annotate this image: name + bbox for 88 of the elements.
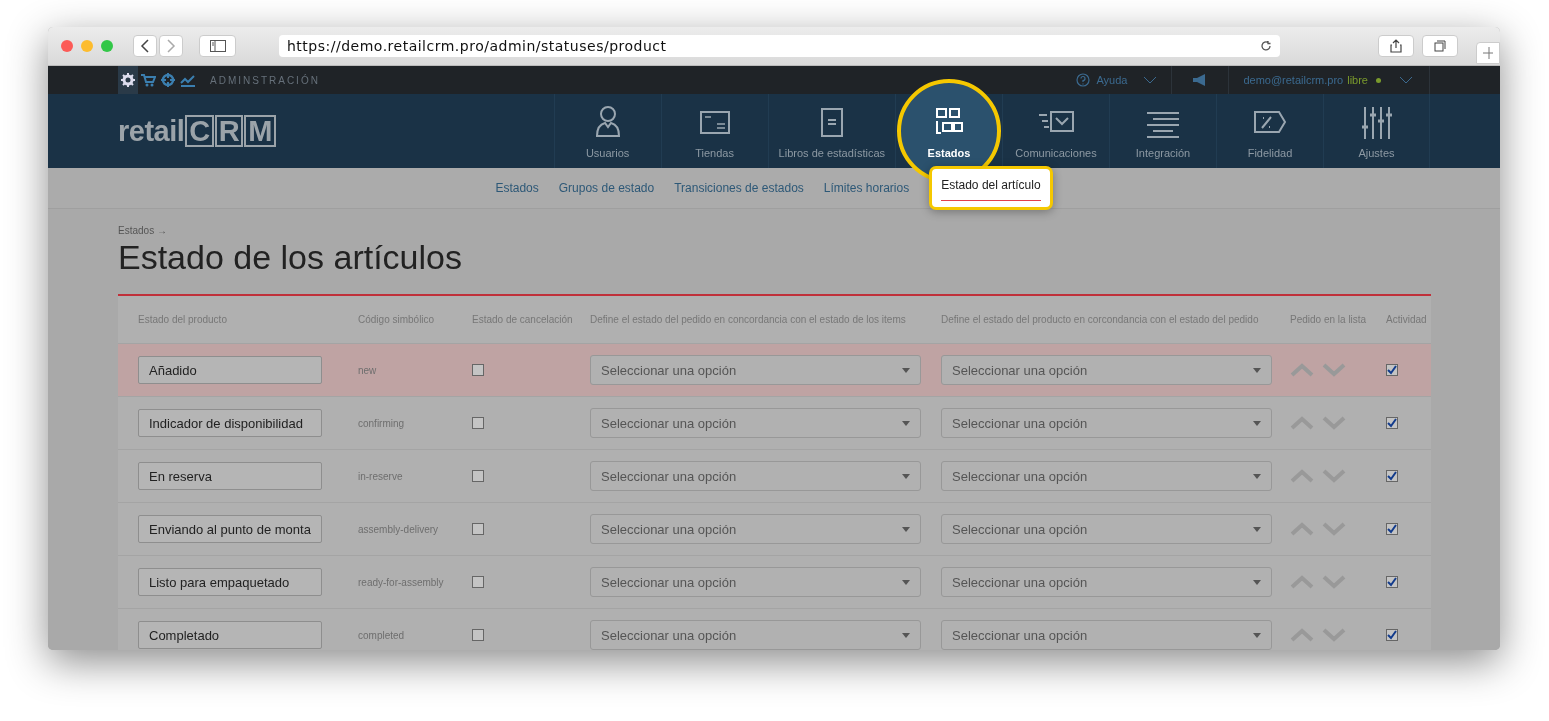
caret-icon <box>1253 473 1261 479</box>
cancel-checkbox[interactable] <box>472 417 484 429</box>
address-bar[interactable]: https://demo.retailcrm.pro/admin/statuses/product <box>279 35 1280 57</box>
page-title: Estado de los artículos <box>118 238 463 277</box>
zoom-dot[interactable] <box>101 40 113 52</box>
caret-icon <box>902 526 910 532</box>
tabs-icon <box>1434 40 1446 52</box>
close-dot[interactable] <box>61 40 73 52</box>
cancel-checkbox[interactable] <box>472 629 484 641</box>
cancel-checkbox[interactable] <box>472 364 484 376</box>
caret-icon <box>902 473 910 479</box>
target-icon[interactable] <box>160 72 176 88</box>
caret-icon <box>1253 632 1261 638</box>
status-dot <box>1376 77 1381 83</box>
check-icon <box>1387 418 1397 428</box>
code-text: confirming <box>358 417 406 429</box>
active-checkbox[interactable] <box>1386 364 1398 376</box>
caret-icon <box>1253 526 1261 532</box>
column-header: Actividad <box>1386 313 1428 326</box>
cancel-checkbox[interactable] <box>472 576 484 588</box>
order-status-select[interactable]: Seleccionar una opción <box>590 461 921 491</box>
name-field[interactable]: Listo para empaquetado <box>138 568 322 596</box>
cancel-checkbox[interactable] <box>472 470 484 482</box>
subnav-link[interactable]: Límites horarios <box>823 181 910 195</box>
code-text: in-reserve <box>358 470 404 482</box>
cart-icon[interactable] <box>140 74 156 87</box>
order-status-select[interactable]: Seleccionar una opción <box>590 514 921 544</box>
caret-icon <box>902 367 910 373</box>
chart-icon[interactable] <box>180 75 196 87</box>
cancel-checkbox[interactable] <box>472 523 484 535</box>
subnav-link[interactable]: Transiciones de estados <box>674 181 804 195</box>
check-icon <box>1387 577 1397 587</box>
check-icon <box>1387 471 1397 481</box>
tabs-button[interactable] <box>1422 35 1458 57</box>
name-field[interactable]: En reserva <box>138 462 322 490</box>
active-checkbox[interactable] <box>1386 576 1398 588</box>
caret-icon <box>1253 420 1261 426</box>
product-status-select[interactable]: Seleccionar una opción <box>941 355 1272 385</box>
name-field[interactable]: Añadido <box>138 356 322 384</box>
name-field[interactable]: Indicador de disponibilidad <box>138 409 322 437</box>
section-label: ADMINSTRACIÓN <box>210 74 320 86</box>
share-button[interactable] <box>1378 35 1414 57</box>
product-status-select[interactable]: Seleccionar una opción <box>941 408 1272 438</box>
caret-icon <box>902 420 910 426</box>
active-checkbox[interactable] <box>1386 629 1398 641</box>
order-status-select[interactable]: Seleccionar una opción <box>590 355 921 385</box>
check-icon <box>1387 630 1397 640</box>
code-text: ready-for-assembly <box>358 576 445 588</box>
order-status-select[interactable]: Seleccionar una opción <box>590 620 921 650</box>
sidebar-button[interactable] <box>199 35 236 57</box>
help-icon <box>1076 73 1091 87</box>
caret-icon <box>902 632 910 638</box>
code-text: completed <box>358 629 406 641</box>
reload-icon[interactable] <box>1260 40 1272 52</box>
subnav-link[interactable]: Grupos de estado <box>558 181 655 195</box>
check-icon <box>1387 524 1397 534</box>
share-icon <box>1390 39 1402 53</box>
chevron-icon <box>1399 76 1413 84</box>
code-text: assembly-delivery <box>358 523 440 535</box>
plus-icon <box>1483 47 1493 59</box>
product-status-select[interactable]: Seleccionar una opción <box>941 461 1272 491</box>
order-status-select[interactable]: Seleccionar una opción <box>590 408 921 438</box>
forward-icon <box>166 39 176 53</box>
product-status-select[interactable]: Seleccionar una opción <box>941 567 1272 597</box>
active-checkbox[interactable] <box>1386 523 1398 535</box>
new-tab-button[interactable] <box>1476 42 1500 64</box>
minimize-dot[interactable] <box>81 40 93 52</box>
logo[interactable]: retail C R M <box>118 94 276 168</box>
back-icon <box>140 39 150 53</box>
active-checkbox[interactable] <box>1386 417 1398 429</box>
check-icon <box>1387 365 1397 375</box>
breadcrumb[interactable]: Estados → <box>118 225 1431 236</box>
caret-icon <box>1253 367 1261 373</box>
product-status-select[interactable]: Seleccionar una opción <box>941 514 1272 544</box>
back-button[interactable] <box>133 35 157 57</box>
caret-icon <box>902 579 910 585</box>
chevron-icon <box>1143 76 1158 84</box>
code-text: new <box>358 364 378 376</box>
active-checkbox[interactable] <box>1386 470 1398 482</box>
subnav-link[interactable]: Estados <box>495 181 539 195</box>
name-field[interactable]: Enviando al punto de monta <box>138 515 322 543</box>
subnav-link[interactable]: Estado del artículo <box>929 166 1053 210</box>
product-status-select[interactable]: Seleccionar una opción <box>941 620 1272 650</box>
order-status-select[interactable]: Seleccionar una opción <box>590 567 921 597</box>
name-field[interactable]: Completado <box>138 621 322 649</box>
settings-icon[interactable] <box>120 72 136 88</box>
caret-icon <box>1253 579 1261 585</box>
sidebar-icon <box>209 40 226 52</box>
